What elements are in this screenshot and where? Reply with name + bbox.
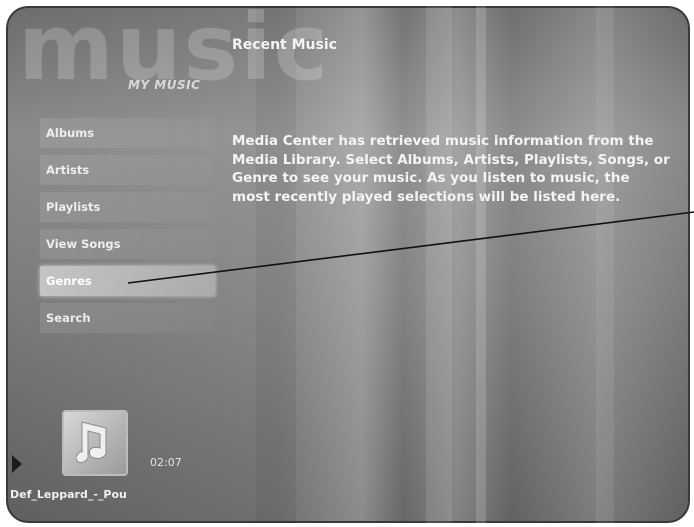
sidebar-item-search[interactable]: Search (40, 303, 215, 333)
play-icon[interactable] (12, 455, 22, 473)
track-title: Def_Leppard_-_Pou (10, 488, 127, 501)
sidebar-item-artists[interactable]: Artists (40, 155, 215, 185)
sidebar-item-genres[interactable]: Genres (40, 266, 215, 296)
sidebar-item-label: Genres (46, 274, 92, 288)
sidebar-menu: Albums Artists Playlists View Songs Genr… (40, 118, 215, 340)
background-light-streak (596, 6, 614, 523)
sidebar-item-label: Search (46, 311, 91, 325)
background-light-streak (476, 6, 486, 523)
sidebar-item-label: Albums (46, 126, 95, 140)
sidebar-item-label: Playlists (46, 200, 101, 214)
elapsed-time: 02:07 (150, 456, 182, 469)
sidebar-item-label: View Songs (46, 237, 121, 251)
album-art-icon[interactable] (62, 410, 128, 476)
page-title: Recent Music (232, 37, 337, 53)
sidebar-item-view-songs[interactable]: View Songs (40, 229, 215, 259)
sidebar-item-label: Artists (46, 163, 90, 177)
section-label: MY MUSIC (128, 78, 201, 92)
info-description: Media Center has retrieved music informa… (232, 133, 670, 205)
sidebar-item-albums[interactable]: Albums (40, 118, 215, 148)
music-note-icon (76, 421, 107, 463)
now-playing-panel[interactable]: 02:07 Def_Leppard_-_Pou (10, 410, 220, 510)
background-light-streak (426, 6, 452, 523)
sidebar-item-playlists[interactable]: Playlists (40, 192, 215, 222)
